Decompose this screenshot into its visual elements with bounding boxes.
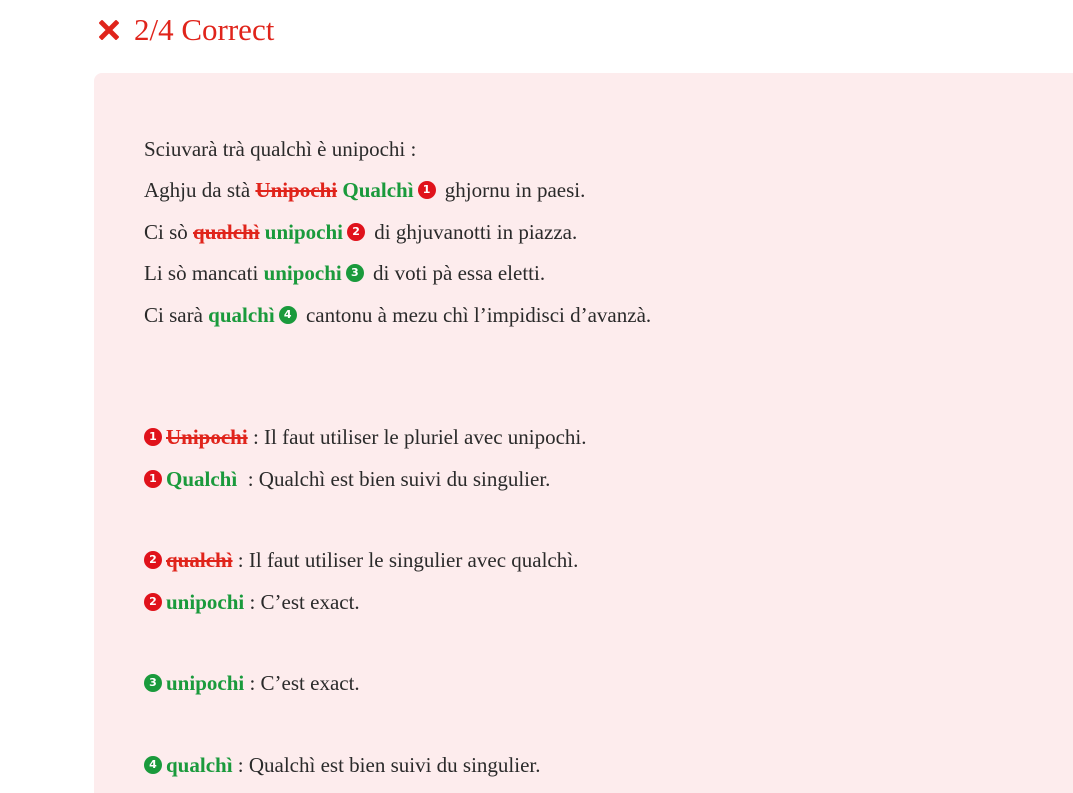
badge-2-icon[interactable]: 2	[347, 222, 366, 241]
badge-1-icon: 1	[144, 428, 162, 447]
sentence-text: Li sò mancati	[144, 261, 264, 286]
feedback-panel: Sciuvarà trà qualchì è unipochi : Aghju …	[94, 73, 1073, 793]
result-header: 2/4 Correct	[96, 12, 274, 48]
instruction: Sciuvarà trà qualchì è unipochi :	[144, 128, 651, 170]
badge-1-icon: 1	[144, 469, 162, 488]
wrong-answer: qualchì	[166, 548, 233, 573]
sentence-2: Ci sò qualchì unipochi 2 di ghjuvanotti …	[144, 211, 651, 253]
badge-3-icon: 3	[144, 674, 162, 693]
correct-answer: qualchì	[208, 302, 275, 327]
feedback-item: 2 unipochi : C’est exact.	[144, 581, 651, 623]
sentence-text: di ghjuvanotti in piazza.	[369, 219, 578, 244]
feedback-item: 3 unipochi : C’est exact.	[144, 663, 651, 705]
correct-answer: unipochi	[263, 261, 342, 286]
feedback-text: : Qualchì est bien suivi du singulier.	[237, 466, 551, 491]
badge-1-icon[interactable]: 1	[417, 181, 436, 200]
feedback-text: : Qualchì est bien suivi du singulier.	[232, 752, 541, 777]
sentence-text: Ci sò	[144, 219, 194, 244]
badge-2-icon: 2	[144, 551, 162, 570]
feedback-item: 4 qualchì : Qualchì est bien suivi du si…	[144, 744, 651, 786]
close-icon	[99, 20, 119, 40]
feedback-text: : Il faut utiliser le pluriel avec unipo…	[247, 425, 587, 450]
correct-answer: Qualchì	[342, 178, 414, 203]
sentence-text: cantonu à mezu chì l’impidisci d’avanzà.	[300, 302, 652, 327]
wrong-answer: Unipochi	[166, 425, 248, 450]
correct-answer: unipochi	[166, 671, 245, 696]
feedback-item: 2 qualchì : Il faut utiliser le singulie…	[144, 540, 651, 582]
sentence-3: Li sò mancati unipochi 3 di voti pà essa…	[144, 253, 651, 295]
correct-answer: Qualchì	[166, 466, 238, 491]
correct-answer: qualchì	[166, 752, 233, 777]
badge-4-icon[interactable]: 4	[278, 305, 297, 324]
sentence-text: di voti pà essa eletti.	[367, 261, 546, 286]
correct-answer: unipochi	[166, 589, 245, 614]
badge-2-icon: 2	[144, 592, 162, 611]
badge-4-icon: 4	[144, 755, 162, 774]
sentence-text: ghjornu in paesi.	[439, 178, 586, 203]
sentence-text: Aghju da stà	[144, 178, 256, 203]
wrong-answer: qualchì	[193, 219, 260, 244]
instruction-text: Sciuvarà trà qualchì è unipochi :	[144, 136, 417, 161]
panel-content: Sciuvarà trà qualchì è unipochi : Aghju …	[144, 128, 651, 786]
badge-3-icon[interactable]: 3	[345, 264, 364, 283]
correct-answer: unipochi	[264, 219, 344, 244]
feedback-item: 1 Qualchì : Qualchì est bien suivi du si…	[144, 458, 651, 500]
feedback-item: 1 Unipochi : Il faut utiliser le pluriel…	[144, 417, 651, 459]
sentence-text: Ci sarà	[144, 302, 209, 327]
feedback-text: : Il faut utiliser le singulier avec qua…	[232, 548, 579, 573]
feedback-text: : C’est exact.	[244, 589, 360, 614]
score-text: 2/4 Correct	[134, 12, 275, 47]
sentence-4: Ci sarà qualchì 4 cantonu à mezu chì l’i…	[144, 294, 651, 336]
wrong-answer: Unipochi	[255, 178, 338, 203]
feedback-text: : C’est exact.	[244, 671, 360, 696]
sentence-1: Aghju da stà Unipochi Qualchì 1 ghjornu …	[144, 170, 651, 212]
